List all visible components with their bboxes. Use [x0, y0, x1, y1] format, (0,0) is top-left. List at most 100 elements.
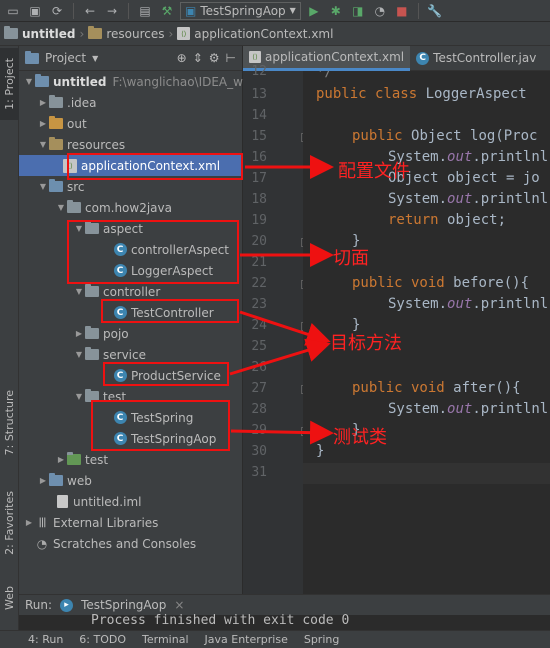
resources-folder-icon	[88, 26, 103, 39]
package-icon	[85, 326, 99, 341]
tab-web[interactable]: Web	[0, 578, 19, 618]
coverage-icon[interactable]: ◨	[349, 2, 367, 20]
run-config-tab[interactable]: TestSpringAop	[81, 598, 166, 612]
code-text: System.	[388, 401, 448, 417]
tool-tab-spring[interactable]: Spring	[304, 633, 340, 646]
code-line: System.out.printlnl	[388, 296, 548, 312]
code-line: public class LoggerAspect	[316, 86, 527, 102]
run-output-text: Process finished with exit code 0	[91, 613, 350, 628]
expanded-arrow-icon[interactable]: ▼	[55, 203, 67, 212]
tool-tab-java-ee[interactable]: Java Enterprise	[205, 633, 288, 646]
line-number: 19	[251, 213, 267, 228]
tab-project[interactable]: 1: Project	[0, 48, 19, 120]
locate-icon[interactable]: ⊕	[177, 51, 187, 65]
code-line: System.out.printlnl	[388, 401, 548, 417]
tool-tab-terminal[interactable]: Terminal	[142, 633, 189, 646]
run-config-select[interactable]: ▣ TestSpringAop ▼	[180, 1, 301, 20]
project-panel-header: Project ▼ ⊕ ⇕ ⚙ ⊢	[19, 46, 242, 71]
code-line: }	[316, 443, 325, 459]
collapse-all-icon[interactable]: ⇕	[193, 51, 203, 65]
expanded-arrow-icon[interactable]: ▼	[73, 350, 85, 359]
project-structure-icon[interactable]: ▤	[136, 2, 154, 20]
keyword: public	[352, 128, 412, 144]
expanded-arrow-icon[interactable]: ▼	[23, 77, 35, 86]
sync-icon[interactable]: ⟳	[48, 2, 66, 20]
annotation-box-config	[67, 153, 243, 180]
expanded-arrow-icon[interactable]: ▼	[73, 392, 85, 401]
collapsed-arrow-icon[interactable]: ▶	[37, 119, 49, 128]
code-text: .printlnl	[472, 149, 549, 165]
open-folder-icon[interactable]: ▭	[4, 2, 22, 20]
tab-web-label: Web	[3, 586, 16, 610]
breadcrumb-file[interactable]: ⟨⟩ applicationContext.xml	[177, 27, 333, 41]
tab-favorites[interactable]: 2: Favorites	[0, 482, 19, 564]
code-line: */	[316, 71, 333, 80]
tree-row-scratches[interactable]: ◔ Scratches and Consoles	[19, 533, 243, 554]
profile-icon[interactable]: ◔	[371, 2, 389, 20]
collapsed-arrow-icon[interactable]: ▶	[37, 98, 49, 107]
xml-file-icon: ⟨⟩	[249, 50, 261, 63]
tree-row-external-libraries[interactable]: ▶ ||| External Libraries	[19, 512, 243, 533]
chevron-down-icon[interactable]: ▼	[92, 54, 98, 63]
package-icon	[85, 347, 99, 362]
line-number: 13	[251, 87, 267, 102]
tree-row-iml[interactable]: untitled.iml	[19, 491, 243, 512]
tool-tab-run[interactable]: 4: Run	[28, 633, 63, 646]
stop-icon[interactable]: ■	[393, 2, 411, 20]
code-text: Object log(Proc	[411, 128, 538, 144]
expanded-arrow-icon[interactable]: ▼	[37, 140, 49, 149]
wrench-icon[interactable]: 🔧	[426, 2, 444, 20]
tree-label: resources	[67, 137, 126, 152]
collapsed-arrow-icon[interactable]: ▶	[73, 329, 85, 338]
code-text: .printlnl	[472, 296, 549, 312]
keyword: public void	[352, 275, 454, 291]
tree-label: External Libraries	[53, 515, 159, 530]
tree-label: web	[67, 473, 92, 488]
tree-label: service	[103, 347, 146, 362]
tree-row-out[interactable]: ▶ out	[19, 113, 243, 134]
tree-row-idea[interactable]: ▶ .idea	[19, 92, 243, 113]
project-view-icon	[25, 50, 39, 64]
build-icon[interactable]: ⚒	[158, 2, 176, 20]
code-text: before(){	[453, 275, 530, 291]
libraries-icon: |||	[38, 517, 46, 528]
tree-row-pojo[interactable]: ▶ pojo	[19, 323, 243, 344]
debug-icon[interactable]: ✱	[327, 2, 345, 20]
breadcrumb-folder[interactable]: resources	[88, 26, 164, 41]
tree-row-root[interactable]: ▼ untitled F:\wanglichao\IDEA_w	[19, 71, 243, 92]
tab-test-controller[interactable]: C TestController.jav	[410, 46, 542, 71]
save-icon[interactable]: ▣	[26, 2, 44, 20]
tree-label: src	[67, 179, 85, 194]
tree-row-resources[interactable]: ▼ resources	[19, 134, 243, 155]
tree-label: pojo	[103, 326, 129, 341]
collapsed-arrow-icon[interactable]: ▶	[55, 455, 67, 464]
run-config-label: TestSpringAop	[200, 3, 286, 18]
tree-label: out	[67, 116, 87, 131]
expanded-arrow-icon[interactable]: ▼	[37, 182, 49, 191]
tab-structure[interactable]: 7: Structure	[0, 382, 19, 464]
field: out	[447, 191, 473, 207]
breadcrumb-file-label: applicationContext.xml	[194, 26, 334, 41]
code-text: .printlnl	[472, 191, 549, 207]
line-number: 31	[251, 465, 267, 480]
project-panel-title[interactable]: Project	[45, 51, 86, 65]
expanded-arrow-icon[interactable]: ▼	[73, 287, 85, 296]
code-text: object;	[447, 212, 507, 228]
code-text: System.	[388, 296, 448, 312]
collapsed-arrow-icon[interactable]: ▶	[23, 518, 35, 527]
breadcrumb-project[interactable]: untitled	[4, 26, 76, 41]
tree-row-test-dir[interactable]: ▶ test	[19, 449, 243, 470]
tab-application-context[interactable]: ⟨⟩ applicationContext.xml	[243, 45, 411, 71]
editor-gutter: 12 13 14 15 16 17 18 19 20 21 22 23 24 2…	[243, 64, 310, 594]
gear-icon[interactable]: ⚙	[209, 51, 220, 65]
collapsed-arrow-icon[interactable]: ▶	[37, 476, 49, 485]
tree-row-package[interactable]: ▼ com.how2java	[19, 197, 243, 218]
hide-icon[interactable]: ⊢	[226, 51, 236, 65]
back-icon[interactable]: ←	[81, 2, 99, 20]
tree-row-web[interactable]: ▶ web	[19, 470, 243, 491]
code-line: System.out.printlnl	[388, 149, 548, 165]
run-icon[interactable]: ▶	[305, 2, 323, 20]
forward-icon[interactable]: →	[103, 2, 121, 20]
tool-tab-todo[interactable]: 6: TODO	[79, 633, 126, 646]
close-icon[interactable]: ×	[174, 598, 184, 612]
